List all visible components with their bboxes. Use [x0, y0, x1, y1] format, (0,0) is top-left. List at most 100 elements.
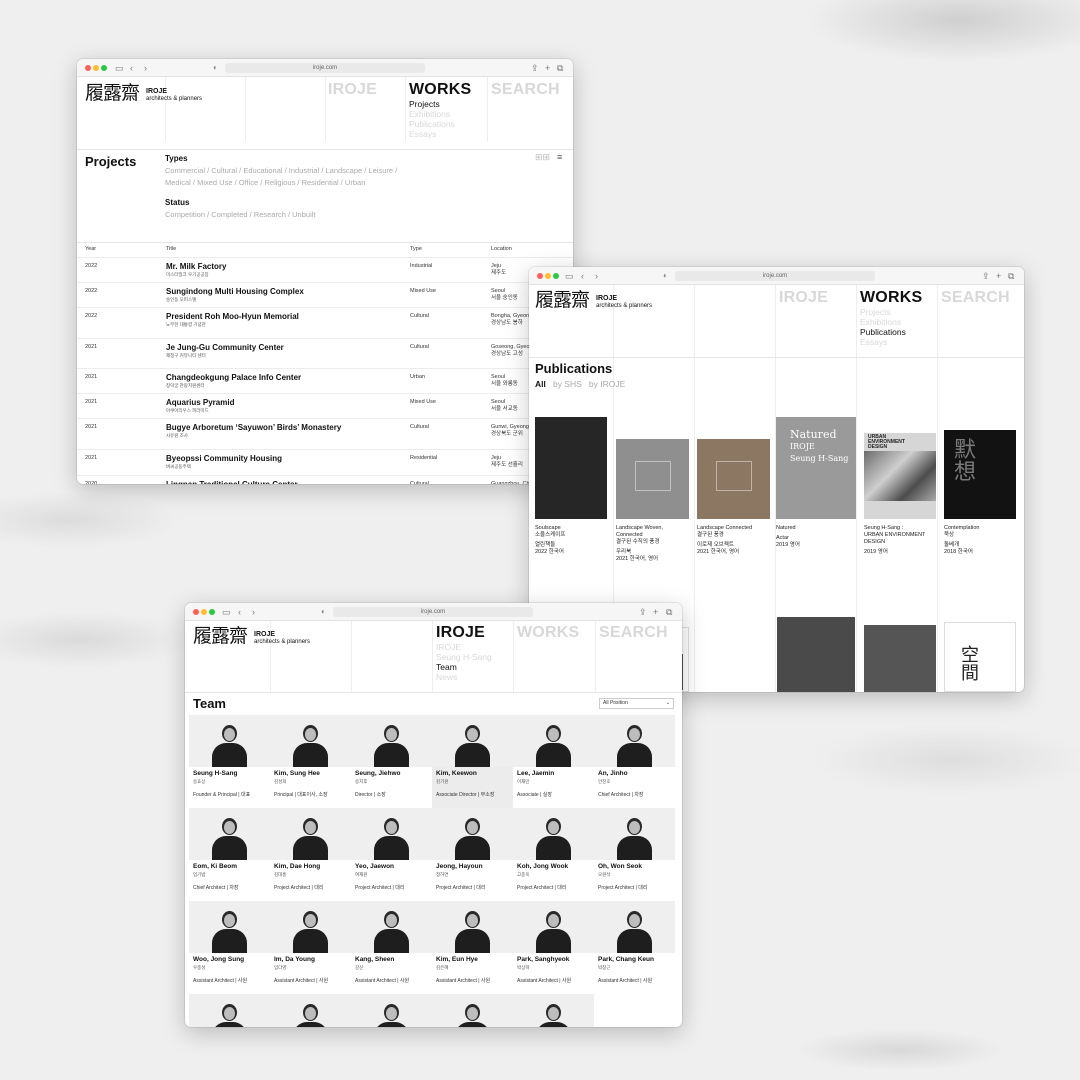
- forward-icon[interactable]: ›: [595, 270, 598, 282]
- maximize-window-button[interactable]: [101, 65, 107, 71]
- book-info[interactable]: Soulscape 소울스케이프 열린책들 2022 한국어: [535, 525, 611, 556]
- list-view-icon[interactable]: ≡: [557, 152, 562, 162]
- new-tab-icon[interactable]: +: [996, 270, 1001, 282]
- member-photo[interactable]: [189, 994, 270, 1027]
- nav-works[interactable]: WORKS: [409, 82, 471, 98]
- col-header-year[interactable]: Year: [85, 246, 96, 252]
- forward-icon[interactable]: ›: [252, 606, 255, 618]
- submenu-projects[interactable]: Projects: [409, 99, 455, 109]
- team-member[interactable]: Park, Sanghyeok 박상혁 Assistant Architect | …: [513, 901, 594, 994]
- forward-icon[interactable]: ›: [144, 62, 147, 74]
- book-info[interactable]: Contemplation 묵상 돌베개 2018 한국어: [944, 525, 1020, 556]
- back-icon[interactable]: ‹: [130, 62, 133, 74]
- book-cover[interactable]: [616, 439, 689, 519]
- sidebar-icon[interactable]: ▭: [565, 270, 574, 282]
- submenu-seung-h-sang[interactable]: Seung H-Sang: [436, 652, 492, 662]
- team-member[interactable]: Oh, Won Seok 오원석 Project Architect | 대리: [594, 808, 675, 901]
- col-header-type[interactable]: Type: [410, 246, 422, 252]
- logo-hanja[interactable]: 履露齋: [85, 83, 140, 103]
- logo-hanja[interactable]: 履露齋: [535, 290, 590, 310]
- submenu-publications[interactable]: Publications: [409, 119, 455, 129]
- table-row[interactable]: 2020 Lingnan Traditional Culture Center Cu…: [77, 475, 573, 484]
- nav-search[interactable]: SEARCH: [941, 290, 1010, 306]
- address-bar[interactable]: iroje.com: [333, 607, 533, 617]
- team-member[interactable]: Kang, Sheen 강신 Assistant Architect | 사원: [351, 901, 432, 994]
- tabs-overview-icon[interactable]: ⧉: [557, 62, 563, 74]
- submenu-publications[interactable]: Publications: [860, 327, 906, 337]
- logo-wordmark[interactable]: IROJE architects & planners: [146, 88, 202, 103]
- team-member[interactable]: Woo, Jong Sung 우종성 Assistant Architect | 사…: [189, 901, 270, 994]
- submenu-projects[interactable]: Projects: [860, 307, 906, 317]
- team-member[interactable]: Im, Da Young 임다영 Assistant Architect | 사원: [270, 901, 351, 994]
- book-info[interactable]: Landscape Woven, Connected 결구된 수직의 풍경 우리북 20…: [616, 525, 693, 563]
- col-header-title[interactable]: Title: [166, 246, 176, 252]
- team-member[interactable]: Seung, Jiehwo 승지후 Director | 소장: [351, 715, 432, 808]
- filter-by-iroje[interactable]: by IROJE: [589, 379, 625, 389]
- book-cover[interactable]: Natured IROJE Seung H-Sang: [776, 417, 856, 519]
- project-title[interactable]: Bugye Arboretum ‘Sayuwon’ Birds’ Monaste…: [166, 423, 341, 432]
- table-row[interactable]: 2021 Je Jung-Gu Community Center 제정구 커뮤니티 …: [77, 338, 573, 368]
- back-icon[interactable]: ‹: [238, 606, 241, 618]
- close-window-button[interactable]: [85, 65, 91, 71]
- submenu-news[interactable]: News: [436, 672, 492, 682]
- nav-works[interactable]: WORKS: [517, 625, 579, 641]
- address-bar[interactable]: iroje.com: [675, 271, 875, 281]
- member-photo[interactable]: [513, 994, 594, 1027]
- project-title[interactable]: Lingnan Traditional Culture Center: [166, 480, 298, 484]
- submenu-exhibitions[interactable]: Exhibitions: [409, 109, 455, 119]
- maximize-window-button[interactable]: [553, 273, 559, 279]
- project-title[interactable]: Byeopssi Community Housing: [166, 454, 282, 463]
- submenu-essays[interactable]: Essays: [409, 129, 455, 139]
- project-title[interactable]: Mr. Milk Factory: [166, 262, 226, 271]
- nav-iroje[interactable]: IROJE: [328, 82, 377, 98]
- address-bar[interactable]: iroje.com: [225, 63, 425, 73]
- nav-search[interactable]: SEARCH: [491, 82, 560, 98]
- team-member[interactable]: Jeong, Hayoun 정하연 Project Architect | 대리: [432, 808, 513, 901]
- nav-iroje[interactable]: IROJE: [779, 290, 828, 306]
- sidebar-icon[interactable]: ▭: [115, 62, 124, 74]
- member-photo[interactable]: [270, 994, 351, 1027]
- book-cover[interactable]: [777, 617, 855, 692]
- book-cover[interactable]: 空間: [944, 622, 1016, 692]
- nav-works[interactable]: WORKS: [860, 290, 922, 306]
- team-member[interactable]: Park, Chang Keun 박창근 Assistant Architect |…: [594, 901, 675, 994]
- logo-wordmark[interactable]: IROJE architects & planners: [596, 295, 652, 310]
- minimize-window-button[interactable]: [201, 609, 207, 615]
- team-member[interactable]: Kim, Sung Hee 김성희 Principal | 대표이사, 소장: [270, 715, 351, 808]
- logo-hanja[interactable]: 履露齋: [193, 626, 248, 646]
- position-select[interactable]: All Position ⌄: [599, 698, 674, 709]
- project-title[interactable]: Sungindong Multi Housing Complex: [166, 287, 304, 296]
- project-title[interactable]: Aquarius Pyramid: [166, 398, 234, 407]
- book-cover[interactable]: [864, 625, 936, 692]
- team-member[interactable]: Koh, Jong Wook 고종욱 Project Architect | 대리: [513, 808, 594, 901]
- book-info[interactable]: Natured Actar 2019 영어: [776, 525, 860, 549]
- team-member[interactable]: Eom, Ki Beom 엄기범 Chief Architect | 차장: [189, 808, 270, 901]
- book-cover[interactable]: [535, 417, 607, 519]
- close-window-button[interactable]: [537, 273, 543, 279]
- share-icon[interactable]: ⇪: [639, 606, 647, 618]
- new-tab-icon[interactable]: +: [653, 606, 658, 618]
- maximize-window-button[interactable]: [209, 609, 215, 615]
- member-photo[interactable]: [432, 994, 513, 1027]
- types-filter-line1[interactable]: Commercial / Cultural / Educational / In…: [165, 165, 397, 177]
- col-header-location[interactable]: Location: [491, 246, 512, 252]
- minimize-window-button[interactable]: [545, 273, 551, 279]
- submenu-iroje[interactable]: IROJE: [436, 642, 492, 652]
- book-cover[interactable]: [697, 439, 770, 519]
- project-title[interactable]: Changdeokgung Palace Info Center: [166, 373, 301, 382]
- book-info[interactable]: Landscape Connected 결구된 풍경 이로제 오브젝트 2021 한국…: [697, 525, 774, 556]
- team-member[interactable]: Seung H-Sang 승효상 Founder & Principal | 대표: [189, 715, 270, 808]
- team-member[interactable]: An, Jinho 안진호 Chief Architect | 차장: [594, 715, 675, 808]
- submenu-essays[interactable]: Essays: [860, 337, 906, 347]
- grid-view-icon[interactable]: ⊞⊞: [535, 152, 550, 163]
- filter-by-shs[interactable]: by SHS: [553, 379, 582, 389]
- project-title[interactable]: President Roh Moo-Hyun Memorial: [166, 312, 299, 321]
- project-title[interactable]: Je Jung-Gu Community Center: [166, 343, 284, 352]
- status-filter[interactable]: Competition / Completed / Research / Unb…: [165, 209, 316, 221]
- logo-wordmark[interactable]: IROJE architects & planners: [254, 631, 310, 646]
- share-icon[interactable]: ⇪: [531, 62, 539, 74]
- submenu-team[interactable]: Team: [436, 662, 492, 672]
- book-cover[interactable]: 默想: [944, 430, 1016, 519]
- tabs-overview-icon[interactable]: ⧉: [1008, 270, 1014, 282]
- member-photo[interactable]: [351, 994, 432, 1027]
